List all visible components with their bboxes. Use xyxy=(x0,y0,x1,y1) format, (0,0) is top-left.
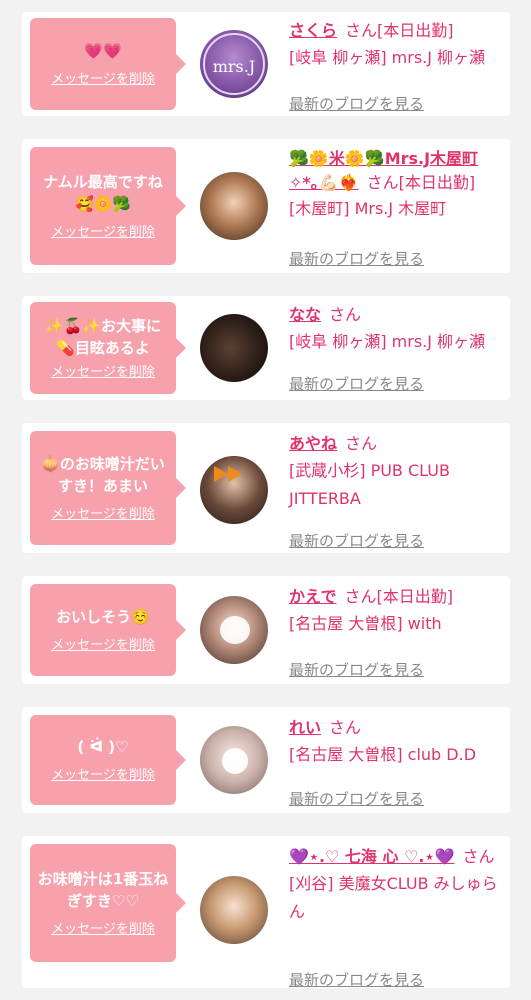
cast-info: あやね さん [武蔵小杉] PUB CLUB JITTERBA 最新のブログを見る xyxy=(289,431,503,550)
name-line: 💜⋆.♡ 七海 心 ♡.⋆💜 さん xyxy=(289,844,503,870)
delete-message-button[interactable]: メッセージを削除 xyxy=(51,638,155,654)
delete-message-button[interactable]: メッセージを削除 xyxy=(51,768,155,784)
cast-name-link[interactable]: さくら xyxy=(289,21,337,40)
latest-blog-link[interactable]: 最新のブログを見る xyxy=(289,789,424,809)
shop-name: [岐阜 柳ヶ瀬] mrs.J 柳ヶ瀬 xyxy=(289,48,486,67)
name-line: かえで さん[本日出勤] xyxy=(289,584,503,610)
cast-name-link[interactable]: 💜⋆.♡ 七海 心 ♡.⋆💜 xyxy=(289,847,454,866)
avatar[interactable] xyxy=(200,596,268,664)
attendance-badge: [本日出勤] xyxy=(376,587,454,606)
avatar[interactable] xyxy=(200,726,268,794)
name-line: なな さん xyxy=(289,302,503,328)
message-text: 💗💗 xyxy=(84,42,122,60)
message-card: 💗💗 メッセージを削除 mrs.J さくら さん[本日出勤] [岐阜 柳ヶ瀬] m… xyxy=(22,12,510,116)
attendance-badge: [本日出勤] xyxy=(398,173,476,192)
message-card: おいしそう☺️ メッセージを削除 かえで さん[本日出勤] [名古屋 大曽根] w… xyxy=(22,576,510,684)
message-bubble: 🧅のお味噌汁だいすき！あまい メッセージを削除 xyxy=(30,431,186,545)
latest-blog-link[interactable]: 最新のブログを見る xyxy=(289,249,424,269)
message-card: お味噌汁は1番玉ねぎすき♡♡ メッセージを削除 💜⋆.♡ 七海 心 ♡.⋆💜 さん… xyxy=(22,836,510,989)
latest-blog-link[interactable]: 最新のブログを見る xyxy=(289,374,424,394)
shop-logo-image: mrs.J xyxy=(203,33,265,95)
cast-info: かえで さん[本日出勤] [名古屋 大曽根] with 最新のブログを見る xyxy=(289,584,503,679)
shop-name: [名古屋 大曽根] with xyxy=(289,614,442,633)
message-bubble: おいしそう☺️ メッセージを削除 xyxy=(30,584,186,676)
shop-name: [刈谷] 美魔女CLUB みしゅらん xyxy=(289,874,498,921)
cast-info: 💜⋆.♡ 七海 心 ♡.⋆💜 さん [刈谷] 美魔女CLUB みしゅらん 最新のブ… xyxy=(289,844,503,989)
message-bubble: ( ᐛ )♡ メッセージを削除 xyxy=(30,715,186,805)
delete-message-button[interactable]: メッセージを削除 xyxy=(51,72,155,88)
honorific: さん xyxy=(329,305,362,324)
name-line: あやね さん xyxy=(289,431,503,457)
latest-blog-link[interactable]: 最新のブログを見る xyxy=(289,970,424,990)
message-bubble: ナムル最高ですね🥰🌼🥦 メッセージを削除 xyxy=(30,147,186,265)
cast-info: なな さん [岐阜 柳ヶ瀬] mrs.J 柳ヶ瀬 最新のブログを見る xyxy=(289,302,503,393)
avatar[interactable] xyxy=(200,314,268,382)
message-bubble: 💗💗 メッセージを削除 xyxy=(30,18,186,110)
message-card: ナムル最高ですね🥰🌼🥦 メッセージを削除 🥦🌼米🌼🥦Mrs.J木屋町✧*｡💪🏻❤… xyxy=(22,139,510,273)
delete-message-button[interactable]: メッセージを削除 xyxy=(51,225,155,241)
honorific: さん xyxy=(345,21,378,40)
name-line: さくら さん[本日出勤] xyxy=(289,18,503,44)
cast-name-link[interactable]: かえで xyxy=(289,587,337,606)
latest-blog-link[interactable]: 最新のブログを見る xyxy=(289,531,424,551)
honorific: さん xyxy=(462,847,495,866)
message-text: お味噌汁は1番玉ねぎすき♡♡ xyxy=(37,870,169,910)
honorific: さん xyxy=(345,434,378,453)
message-text: ✨🍒✨お大事に💊目眩あるよ xyxy=(44,317,162,357)
message-text: ナムル最高ですね🥰🌼🥦 xyxy=(43,173,163,213)
honorific: さん xyxy=(344,587,377,606)
face-blur-overlay xyxy=(222,748,248,774)
cast-name-link[interactable]: なな xyxy=(289,305,321,324)
attendance-badge: [本日出勤] xyxy=(377,21,454,40)
latest-blog-link[interactable]: 最新のブログを見る xyxy=(289,94,424,114)
cast-info: 🥦🌼米🌼🥦Mrs.J木屋町✧*｡💪🏻❤️‍🔥 さん[本日出勤] [木屋町] Mrs… xyxy=(289,147,503,268)
cast-info: れい さん [名古屋 大曽根] club D.D 最新のブログを見る xyxy=(289,715,503,808)
delete-message-button[interactable]: メッセージを削除 xyxy=(51,922,155,938)
hair-bow-image xyxy=(214,466,242,482)
shop-name: [木屋町] Mrs.J 木屋町 xyxy=(289,199,447,218)
message-bubble: ✨🍒✨お大事に💊目眩あるよ メッセージを削除 xyxy=(30,302,186,394)
message-card: ( ᐛ )♡ メッセージを削除 れい さん [名古屋 大曽根] club D.D … xyxy=(22,707,510,813)
honorific: さん xyxy=(329,718,362,737)
message-text: ( ᐛ )♡ xyxy=(77,738,129,756)
latest-blog-link[interactable]: 最新のブログを見る xyxy=(289,660,424,680)
message-card: 🧅のお味噌汁だいすき！あまい メッセージを削除 あやね さん [武蔵小杉] PUB… xyxy=(22,423,510,553)
shop-name: [名古屋 大曽根] club D.D xyxy=(289,745,477,764)
delete-message-button[interactable]: メッセージを削除 xyxy=(51,507,155,523)
svg-text:mrs.J: mrs.J xyxy=(213,57,256,76)
name-line: 🥦🌼米🌼🥦Mrs.J木屋町✧*｡💪🏻❤️‍🔥 さん[本日出勤] xyxy=(289,147,503,195)
cast-name-link[interactable]: れい xyxy=(289,718,321,737)
message-list: 💗💗 メッセージを削除 mrs.J さくら さん[本日出勤] [岐阜 柳ヶ瀬] m… xyxy=(0,0,531,1000)
message-text: 🧅のお味噌汁だいすき！あまい xyxy=(41,455,165,495)
avatar[interactable]: mrs.J xyxy=(200,30,268,98)
name-line: れい さん xyxy=(289,715,503,741)
shop-name: [武蔵小杉] PUB CLUB JITTERBA xyxy=(289,461,450,508)
message-card: ✨🍒✨お大事に💊目眩あるよ メッセージを削除 なな さん [岐阜 柳ヶ瀬] mrs… xyxy=(22,296,510,400)
face-blur-overlay xyxy=(220,616,250,644)
message-text: おいしそう☺️ xyxy=(56,608,150,626)
delete-message-button[interactable]: メッセージを削除 xyxy=(51,365,155,381)
avatar[interactable] xyxy=(200,456,268,524)
avatar[interactable] xyxy=(200,172,268,240)
honorific: さん xyxy=(366,173,399,192)
avatar[interactable] xyxy=(200,876,268,944)
cast-info: さくら さん[本日出勤] [岐阜 柳ヶ瀬] mrs.J 柳ヶ瀬 最新のブログを見る xyxy=(289,18,503,113)
shop-name: [岐阜 柳ヶ瀬] mrs.J 柳ヶ瀬 xyxy=(289,332,486,351)
message-bubble: お味噌汁は1番玉ねぎすき♡♡ メッセージを削除 xyxy=(30,844,186,962)
cast-name-link[interactable]: あやね xyxy=(289,434,337,453)
